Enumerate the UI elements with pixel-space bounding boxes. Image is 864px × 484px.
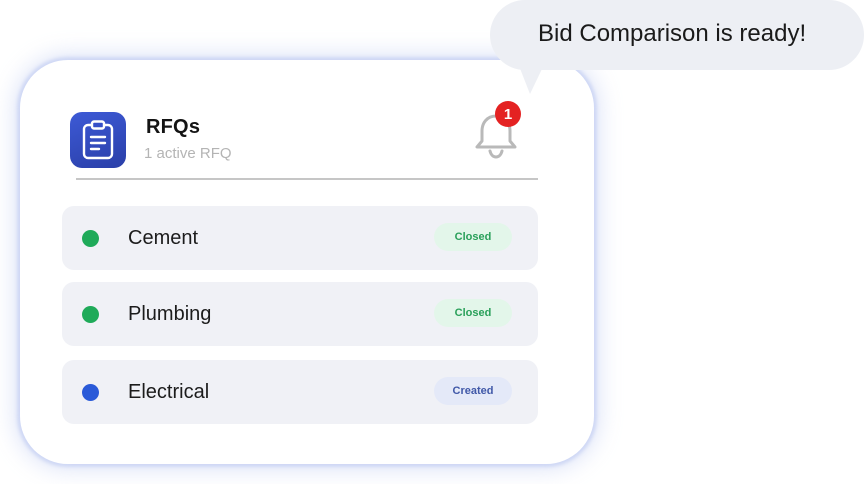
rfq-label: Cement (128, 227, 199, 249)
bubble-message: Bid Comparison is ready! (538, 20, 807, 47)
header-divider (76, 178, 538, 180)
status-dot (82, 306, 99, 323)
rfq-row-electrical[interactable]: Electrical Created (62, 360, 538, 424)
page-subtitle: 1 active RFQ (144, 145, 232, 162)
status-badge: Created (434, 377, 512, 405)
status-badge: Closed (434, 299, 512, 327)
rfq-label: Electrical (128, 381, 210, 403)
rfq-row-plumbing[interactable]: Plumbing Closed (62, 282, 538, 346)
status-badge: Closed (434, 223, 512, 251)
clipboard-icon (70, 112, 126, 168)
status-dot (82, 384, 99, 401)
rfq-label: Plumbing (128, 303, 212, 325)
page-title: RFQs (146, 116, 201, 138)
status-dot (82, 230, 99, 247)
rfq-row-cement[interactable]: Cement Closed (62, 206, 538, 270)
notification-badge: 1 (495, 101, 521, 127)
stage: RFQs 1 active RFQ 1 Cement Closed Plumbi… (0, 0, 864, 484)
